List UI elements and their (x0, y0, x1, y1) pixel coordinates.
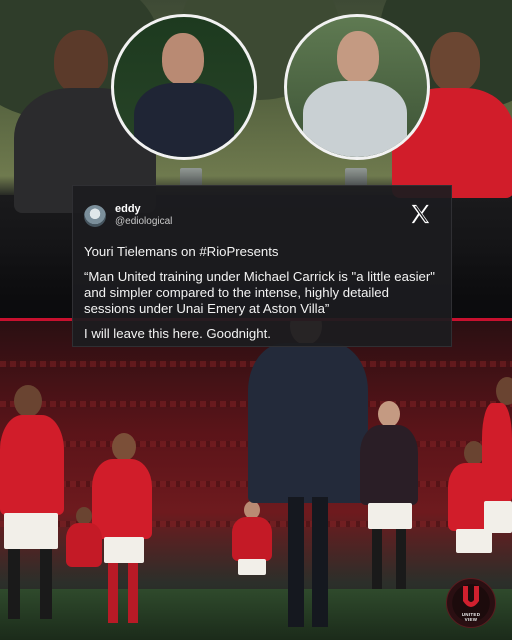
logo-line2: VIEW (464, 617, 478, 622)
tweet-author-handle[interactable]: @ediological (115, 216, 172, 227)
player-background (66, 507, 102, 607)
inset-portrait-carrick (111, 14, 257, 160)
player-right-edge (482, 377, 512, 617)
bottom-photo (0, 321, 512, 640)
united-view-u-mark (463, 586, 479, 607)
tweet-intro: Youri Tielemans on #RioPresents (84, 244, 279, 259)
tweet-sign-off: I will leave this here. Goodnight. (84, 326, 271, 341)
coach-carrick (248, 321, 376, 640)
x-logo-icon (411, 204, 430, 224)
tweet-quote: “Man United training under Michael Carri… (84, 269, 435, 316)
water-glass (180, 168, 202, 186)
water-glass (345, 168, 367, 186)
avatar[interactable] (84, 205, 106, 227)
player-left-front (0, 385, 70, 640)
united-view-logo: UNITED VIEW (446, 578, 496, 628)
player-goalkeeper (360, 401, 418, 601)
tweet-author-name[interactable]: eddy (115, 203, 141, 215)
tweet-header: eddy @ediological (84, 202, 439, 232)
tweet-body: Youri Tielemans on #RioPresents “Man Uni… (84, 244, 439, 342)
inset-portrait-emery (284, 14, 430, 160)
tweet-card: eddy @ediological Youri Tielemans on #Ri… (72, 185, 452, 347)
united-view-logo-text: UNITED VIEW (447, 612, 495, 622)
